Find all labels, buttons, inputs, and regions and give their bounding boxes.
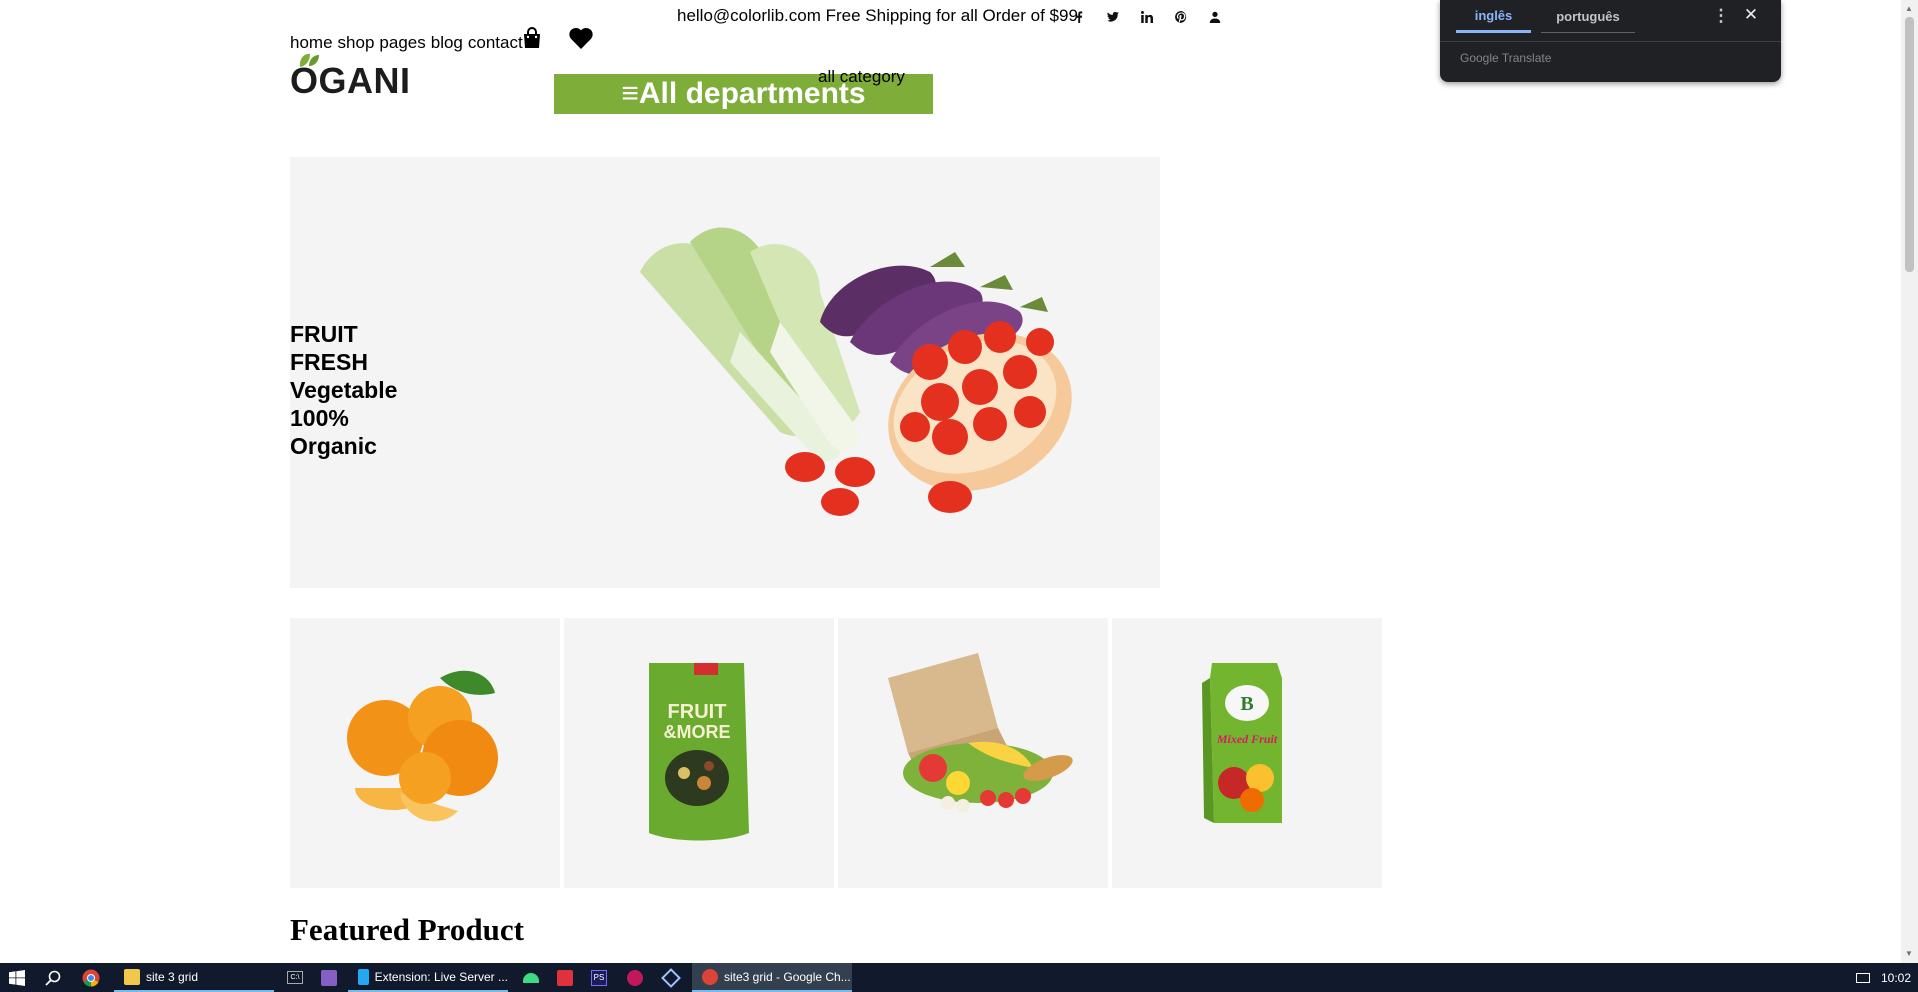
svg-text:&MORE: &MORE bbox=[664, 722, 731, 742]
top-contact-text: hello@colorlib.com Free Shipping for all… bbox=[677, 6, 1078, 26]
phpstorm-icon: PS bbox=[591, 969, 607, 986]
oranges-image bbox=[347, 670, 498, 822]
category-card-juice[interactable]: B Mixed Fruit bbox=[1112, 618, 1382, 888]
hero-line: 100% bbox=[290, 405, 349, 431]
pinterest-icon[interactable] bbox=[1164, 9, 1198, 25]
svg-text:Mixed Fruit: Mixed Fruit bbox=[1216, 732, 1278, 746]
android-icon bbox=[523, 972, 539, 983]
box-icon bbox=[661, 967, 681, 988]
taskbar-item-vscode[interactable]: Extension: Live Server ... bbox=[348, 963, 508, 992]
scroll-down-icon[interactable]: ▼ bbox=[1905, 949, 1913, 958]
fruit-and-more-bag-image: FRUIT &MORE bbox=[649, 663, 749, 841]
nav-pages[interactable]: pages bbox=[379, 33, 425, 53]
linkedin-icon[interactable] bbox=[1130, 9, 1164, 25]
hero-line: FRUIT bbox=[290, 321, 358, 347]
category-card-snacks[interactable]: FRUIT &MORE bbox=[564, 618, 834, 888]
taskbar-chrome[interactable] bbox=[74, 963, 108, 992]
all-category-select[interactable]: all category bbox=[818, 67, 905, 87]
bok-choy bbox=[640, 227, 860, 462]
nav-shop[interactable]: shop bbox=[338, 33, 375, 53]
user-icon[interactable] bbox=[1198, 9, 1232, 25]
close-icon[interactable]: ✕ bbox=[1740, 5, 1762, 27]
hero-text: FRUIT FRESH Vegetable 100% Organic bbox=[290, 320, 397, 460]
hero-line: FRESH bbox=[290, 349, 368, 375]
more-options-icon[interactable]: ⋮ bbox=[1711, 6, 1731, 28]
tray-network[interactable] bbox=[1852, 963, 1874, 992]
taskbar-app-red[interactable] bbox=[548, 963, 582, 992]
logo[interactable]: OGANI bbox=[290, 60, 411, 102]
divider bbox=[1440, 41, 1781, 42]
vegetables-image bbox=[640, 227, 1072, 516]
nav-blog[interactable]: blog bbox=[431, 33, 463, 53]
taskbar-item-label: site 3 grid bbox=[146, 969, 199, 984]
chrome-icon bbox=[702, 968, 718, 985]
shopping-bag-icon[interactable] bbox=[521, 27, 543, 49]
taskbar-visual-studio[interactable] bbox=[312, 963, 346, 992]
visual-studio-icon bbox=[321, 969, 337, 986]
vscode-icon bbox=[358, 968, 369, 985]
category-card-oranges[interactable] bbox=[290, 618, 560, 888]
app-icon bbox=[627, 969, 643, 986]
social-links bbox=[1062, 9, 1232, 25]
hero-line: Vegetable bbox=[290, 377, 398, 403]
main-nav: home shop pages blog contact bbox=[290, 33, 523, 53]
folder-icon bbox=[124, 968, 140, 985]
scrollbar-thumb[interactable] bbox=[1905, 17, 1914, 272]
taskbar-item-chrome-window[interactable]: site3 grid - Google Ch... bbox=[692, 963, 852, 992]
translate-popup: inglês português ⋮ ✕ Google Translate bbox=[1440, 0, 1781, 82]
juice-box-image: B Mixed Fruit bbox=[1202, 663, 1282, 823]
hero-line: Organic bbox=[290, 433, 377, 459]
chrome-icon bbox=[82, 969, 100, 987]
svg-text:B: B bbox=[1240, 693, 1253, 715]
taskbar-app-pink[interactable] bbox=[618, 963, 652, 992]
taskbar-terminal[interactable]: C:\ bbox=[278, 963, 312, 992]
taskbar-android-studio[interactable] bbox=[514, 963, 548, 992]
category-card-groceries[interactable] bbox=[838, 618, 1108, 888]
page-scrollbar[interactable]: ▲ ▼ bbox=[1901, 0, 1918, 963]
start-button[interactable] bbox=[0, 963, 34, 992]
search-button[interactable] bbox=[36, 963, 70, 992]
contact-email[interactable]: hello@colorlib.com bbox=[677, 6, 821, 25]
heart-icon[interactable] bbox=[568, 26, 594, 50]
google-translate-brand: Google Translate bbox=[1460, 51, 1552, 65]
translate-tab-target[interactable]: português bbox=[1541, 0, 1635, 33]
taskbar-item-folder[interactable]: site 3 grid bbox=[114, 963, 274, 992]
hero-banner: FRUIT FRESH Vegetable 100% Organic bbox=[290, 157, 1160, 588]
grocery-bag-image bbox=[888, 653, 1073, 813]
featured-product-heading: Featured Product bbox=[290, 912, 524, 947]
shipping-notice: Free Shipping for all Order of $99 bbox=[825, 6, 1078, 25]
taskbar-phpstorm[interactable]: PS bbox=[582, 963, 616, 992]
scroll-up-icon[interactable]: ▲ bbox=[1905, 4, 1913, 13]
terminal-icon: C:\ bbox=[287, 971, 303, 984]
nav-home[interactable]: home bbox=[290, 33, 333, 53]
taskbar: site 3 grid C:\ Extension: Live Server .… bbox=[0, 963, 1918, 992]
search-icon bbox=[45, 970, 61, 986]
taskbar-item-label: Extension: Live Server ... bbox=[374, 969, 508, 984]
taskbar-app-box[interactable] bbox=[654, 963, 688, 992]
network-icon bbox=[1856, 972, 1870, 983]
windows-icon bbox=[9, 969, 25, 986]
translate-tab-source[interactable]: inglês bbox=[1456, 0, 1531, 33]
tray-clock[interactable]: 10:02 bbox=[1876, 963, 1916, 992]
nav-contact[interactable]: contact bbox=[468, 33, 523, 53]
svg-text:FRUIT: FRUIT bbox=[668, 701, 727, 723]
facebook-icon[interactable] bbox=[1062, 9, 1096, 25]
app-icon bbox=[557, 969, 573, 986]
twitter-icon[interactable] bbox=[1096, 9, 1130, 25]
taskbar-item-label: site3 grid - Google Ch... bbox=[724, 969, 851, 984]
